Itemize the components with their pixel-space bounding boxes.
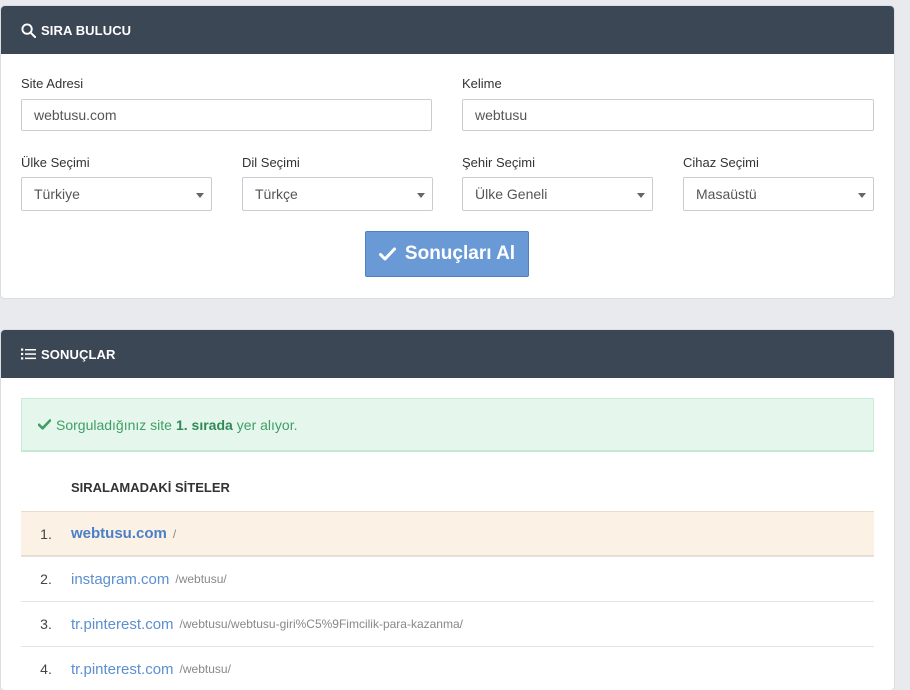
rank-finder-header: SIRA BULUCU [1,6,894,54]
device-select[interactable]: Masaüstü [683,177,874,211]
alert-rank: 1. sırada [175,416,233,433]
language-select-value: Türkçe [255,186,298,202]
result-alert: Sorguladığınız site 1. sırada yer alıyor… [21,398,874,452]
result-path: / [172,526,177,541]
table-row: 3. tr.pinterest.com /webtusu/webtusu-gir… [21,601,874,646]
table-row: 2. instagram.com /webtusu/ [21,556,874,601]
alert-prefix: Sorguladığınız site [56,416,172,433]
ranking-sites-header: SIRALAMADAKİ SİTELER [71,480,230,495]
device-select-value: Masaüstü [696,186,757,202]
result-domain-link[interactable]: tr.pinterest.com [71,661,174,678]
check-icon [38,419,51,430]
list-icon [21,348,36,360]
rank-number: 4. [40,661,52,677]
country-select-value: Türkiye [34,186,80,202]
result-domain-link[interactable]: webtusu.com [71,525,167,542]
get-results-label: Sonuçları Al [404,243,516,264]
results-title: SONUÇLAR [41,346,116,362]
city-select[interactable]: Ülke Geneli [462,177,653,211]
result-domain-link[interactable]: instagram.com [71,571,169,588]
chevron-down-icon [637,193,645,198]
city-label: Şehir Seçimi [462,155,535,170]
rank-number: 2. [40,571,52,587]
result-path: /webtusu/webtusu-giri%C5%9Fimcilik-para-… [179,617,463,631]
language-label: Dil Seçimi [242,155,300,170]
rank-finder-panel: SIRA BULUCU Site Adresi Kelime Ülke Seçi… [1,6,894,298]
country-label: Ülke Seçimi [21,155,90,170]
chevron-down-icon [196,193,204,198]
site-address-label: Site Adresi [21,76,84,91]
rank-finder-title: SIRA BULUCU [41,22,132,38]
results-header: SONUÇLAR [1,330,894,378]
country-select[interactable]: Türkiye [21,177,212,211]
results-panel: SONUÇLAR Sorguladığınız site 1. sırada y… [1,330,894,690]
alert-suffix: yer alıyor. [236,416,298,433]
chevron-down-icon [858,193,866,198]
device-label: Cihaz Seçimi [683,155,759,170]
result-domain-link[interactable]: tr.pinterest.com [71,616,174,633]
check-icon [378,247,396,261]
get-results-button[interactable]: Sonuçları Al [365,231,529,277]
rank-number: 3. [40,616,52,632]
search-icon [21,22,36,38]
table-row: 1. webtusu.com / [21,511,874,556]
site-address-input[interactable] [21,99,432,131]
table-row: 4. tr.pinterest.com /webtusu/ [21,646,874,690]
result-path: /webtusu/ [175,572,227,586]
keyword-label: Kelime [462,76,502,91]
language-select[interactable]: Türkçe [242,177,433,211]
city-select-value: Ülke Geneli [475,186,548,202]
keyword-input[interactable] [462,99,874,131]
chevron-down-icon [417,193,425,198]
result-path: /webtusu/ [179,662,231,676]
rank-number: 1. [40,525,52,542]
